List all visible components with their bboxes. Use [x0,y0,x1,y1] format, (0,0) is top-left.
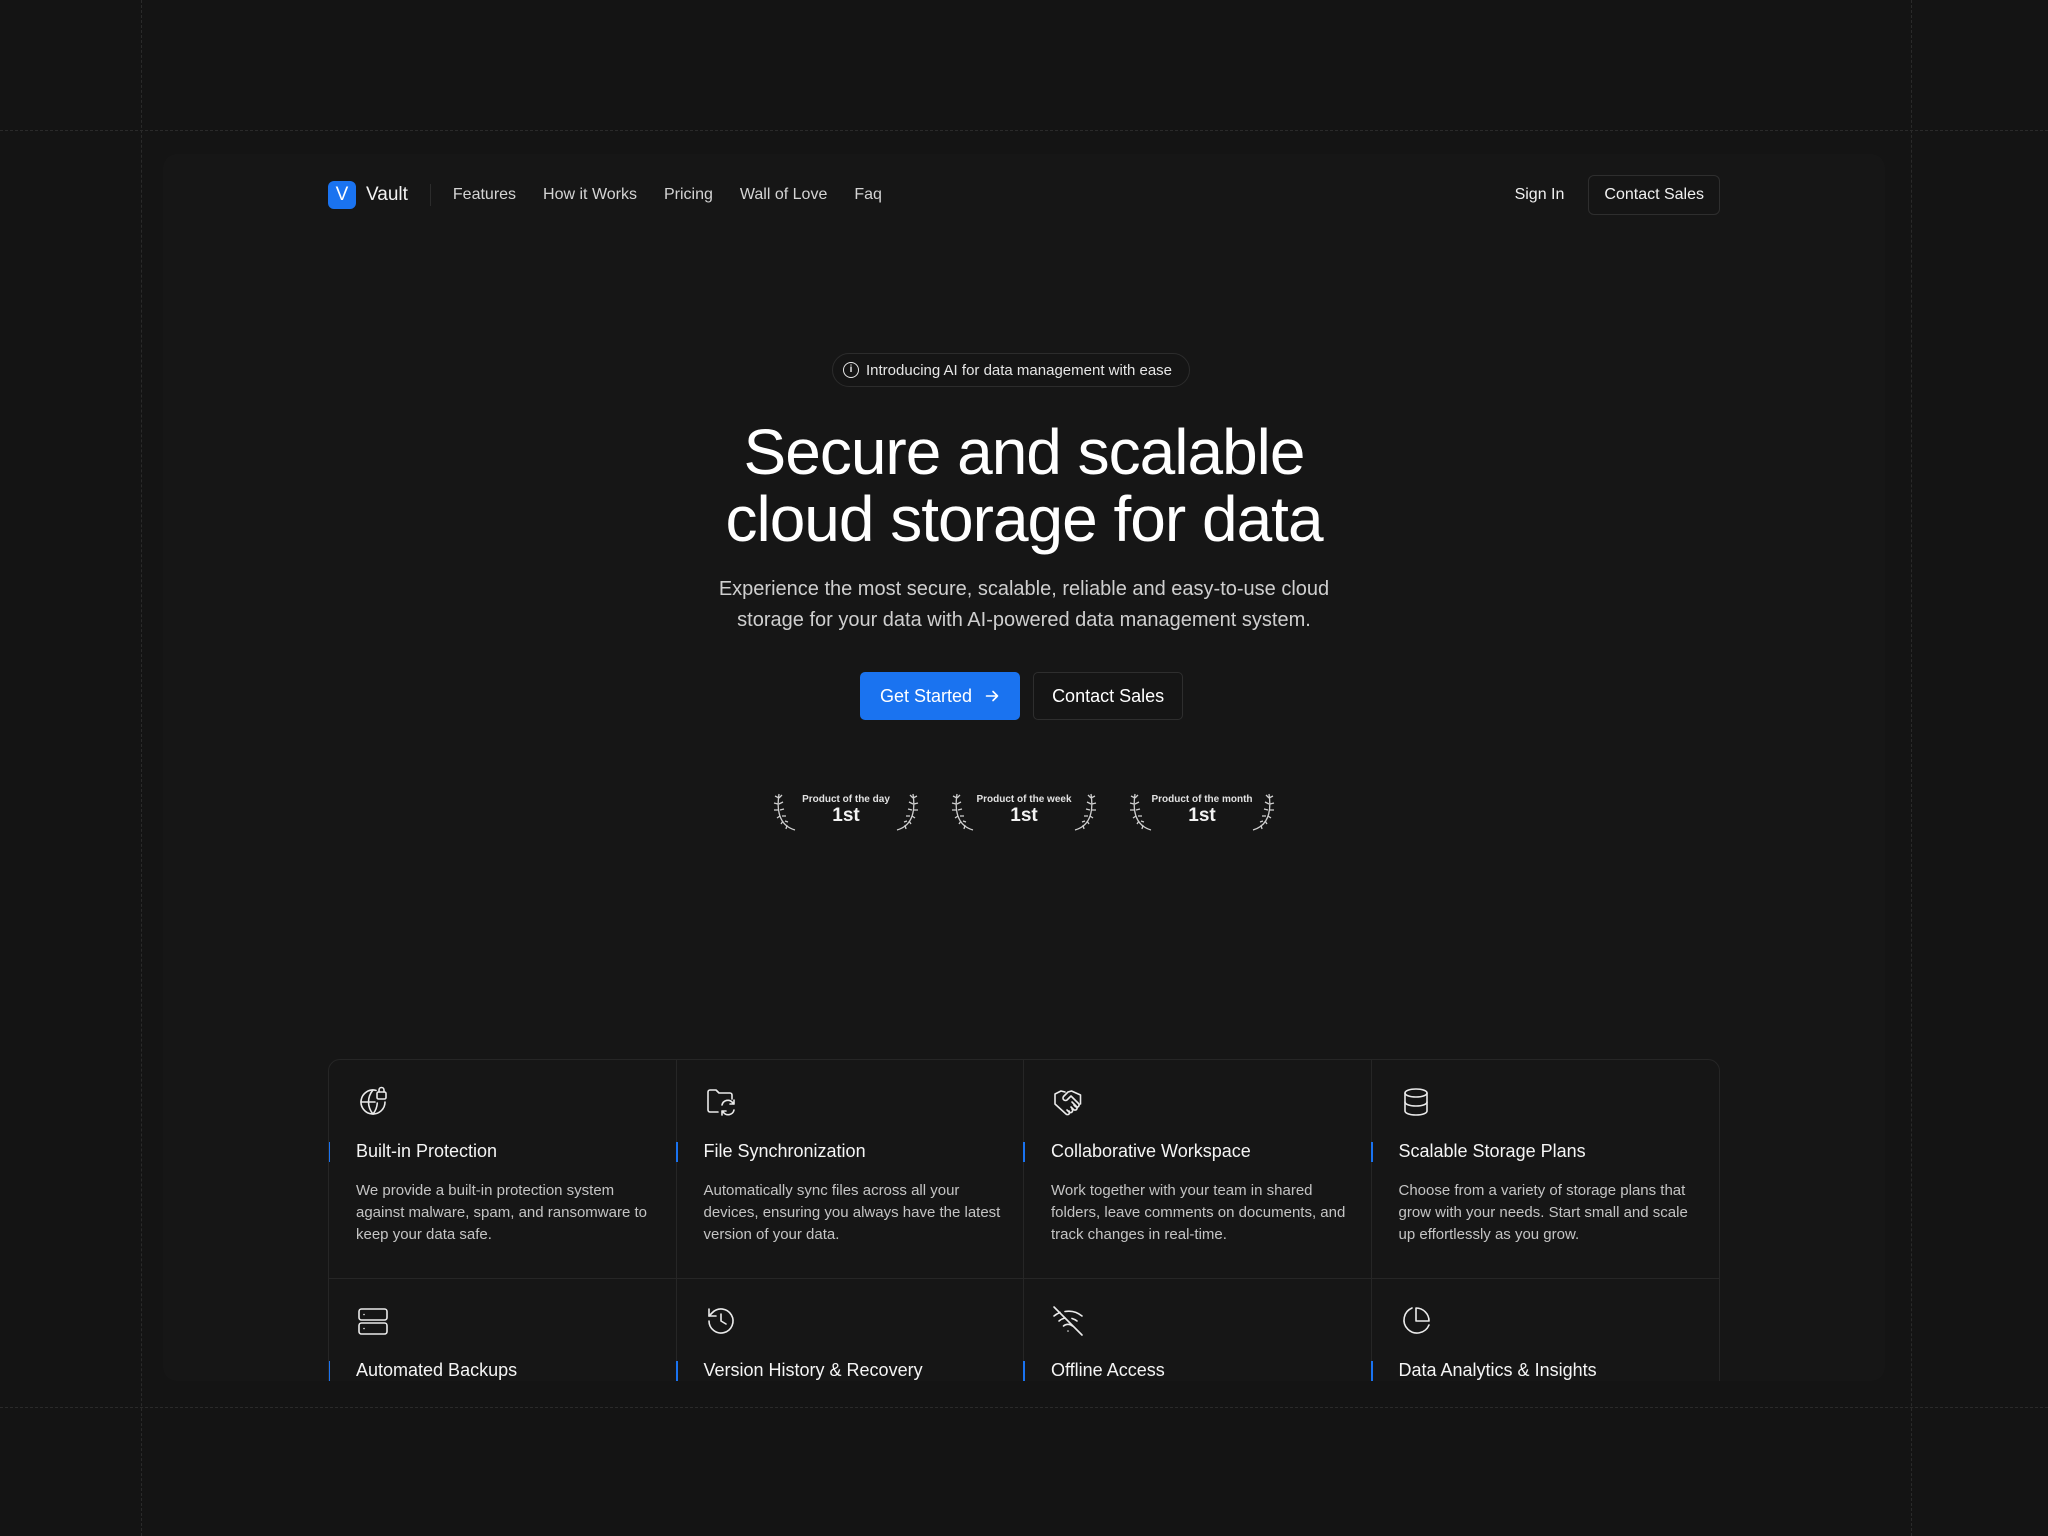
award-badge: Product of the month 1st [1129,786,1275,834]
feature-accent [329,1361,330,1381]
arrow-right-icon [985,690,999,702]
brand[interactable]: V Vault [328,181,408,209]
get-started-label: Get Started [880,685,973,706]
laurel-icon [1074,793,1097,831]
nav-links: Features How it Works Pricing Wall of Lo… [453,186,882,204]
award-label: Product of the month [1151,793,1253,805]
info-icon: i [843,362,859,378]
feature-accent [1023,1142,1025,1162]
contact-sales-button[interactable]: Contact Sales [1033,672,1184,720]
award-label: Product of the week [976,793,1072,805]
logo-icon: V [328,181,356,209]
award-rank: 1st [1188,804,1216,826]
nav-link-pricing[interactable]: Pricing [664,186,713,204]
nav-link-faq[interactable]: Faq [854,186,882,204]
laurel-icon [773,793,796,831]
feature-accent [1370,1361,1373,1381]
award-badge: Product of the day 1st [773,786,919,834]
pie-chart-icon [1402,1307,1430,1334]
feature-title: Scalable Storage Plans [1398,1141,1586,1161]
sign-in-link[interactable]: Sign In [1515,186,1565,204]
feature-description: Automatically sync files across all your… [703,1182,1001,1243]
laurel-icon [1252,793,1275,831]
feature-accent [675,1361,678,1381]
features-grid: Built-in Protection We provide a built-i… [328,1059,1720,1381]
hero-title-line1: Secure and scalable [743,416,1306,488]
feature-title: Automated Backups [356,1360,518,1380]
guide-line [0,1407,2048,1408]
folder-sync-icon [706,1089,735,1116]
hero-title: Secure and scalable cloud storage for da… [624,419,1424,553]
hero-subtitle: Experience the most secure, scalable, re… [674,574,1374,636]
get-started-button[interactable]: Get Started [860,672,1021,720]
nav-actions: Sign In Contact Sales [1515,175,1720,215]
contact-sales-nav-button[interactable]: Contact Sales [1588,175,1720,215]
laurel-icon [1129,793,1152,831]
navbar: V Vault Features How it Works Pricing Wa… [328,170,1720,220]
hero-subtitle-line1: Experience the most secure, scalable, re… [718,578,1330,600]
database-icon [1403,1088,1428,1116]
feature-card: Scalable Storage Plans Choose from a var… [1370,1060,1719,1279]
server-icon [358,1308,388,1335]
feature-card: Version History & Recovery [675,1279,1024,1381]
laurel-icon [951,793,974,831]
feature-title: Version History & Recovery [703,1360,923,1380]
nav-link-features[interactable]: Features [453,186,516,204]
award-rank: 1st [1010,804,1038,826]
nav-link-wall-of-love[interactable]: Wall of Love [740,186,827,204]
feature-description: Work together with your team in shared f… [1051,1182,1346,1243]
feature-description: We provide a built-in protection system … [356,1182,647,1243]
feature-card: File Synchronization Automatically sync … [675,1060,1024,1279]
feature-accent [675,1142,678,1162]
feature-accent [1023,1361,1025,1381]
feature-accent [1370,1142,1373,1162]
awards-row: Product of the day 1st Product of the we… [773,786,1275,834]
handshake-icon [1054,1090,1082,1116]
award-rank: 1st [832,804,860,826]
feature-accent [329,1142,330,1162]
feature-title: Data Analytics & Insights [1398,1360,1597,1380]
feature-title: Built-in Protection [356,1141,498,1161]
globe-lock-icon [360,1086,387,1115]
laurel-icon [896,793,919,831]
feature-card: Built-in Protection We provide a built-i… [329,1060,677,1279]
wifi-off-icon [1053,1306,1083,1336]
announcement-badge[interactable]: i Introducing AI for data management wit… [832,353,1191,387]
announcement-text: Introducing AI for data management with … [866,361,1173,379]
award-label: Product of the day [802,793,890,805]
page-frame: V Vault Features How it Works Pricing Wa… [163,154,1885,1381]
feature-card: Automated Backups [329,1279,677,1381]
hero-title-line2: cloud storage for data [725,483,1323,555]
guide-line [0,130,2048,131]
feature-title: Offline Access [1051,1360,1165,1380]
hero-subtitle-line2: storage for your data with AI-powered da… [737,609,1311,631]
feature-card: Data Analytics & Insights [1370,1279,1720,1381]
brand-name: Vault [366,184,408,205]
feature-title: File Synchronization [703,1141,866,1161]
guide-line [1911,0,1912,1536]
guide-line [141,0,142,1536]
feature-card: Collaborative Workspace Work together wi… [1023,1060,1372,1279]
history-icon [707,1308,734,1334]
cta-row: Get Started Contact Sales [860,672,1184,720]
feature-title: Collaborative Workspace [1051,1141,1251,1161]
feature-description: Choose from a variety of storage plans t… [1398,1182,1688,1243]
nav-link-how-it-works[interactable]: How it Works [543,186,637,204]
award-badge: Product of the week 1st [951,786,1097,834]
nav-divider [429,184,431,206]
feature-card: Offline Access [1023,1279,1372,1381]
